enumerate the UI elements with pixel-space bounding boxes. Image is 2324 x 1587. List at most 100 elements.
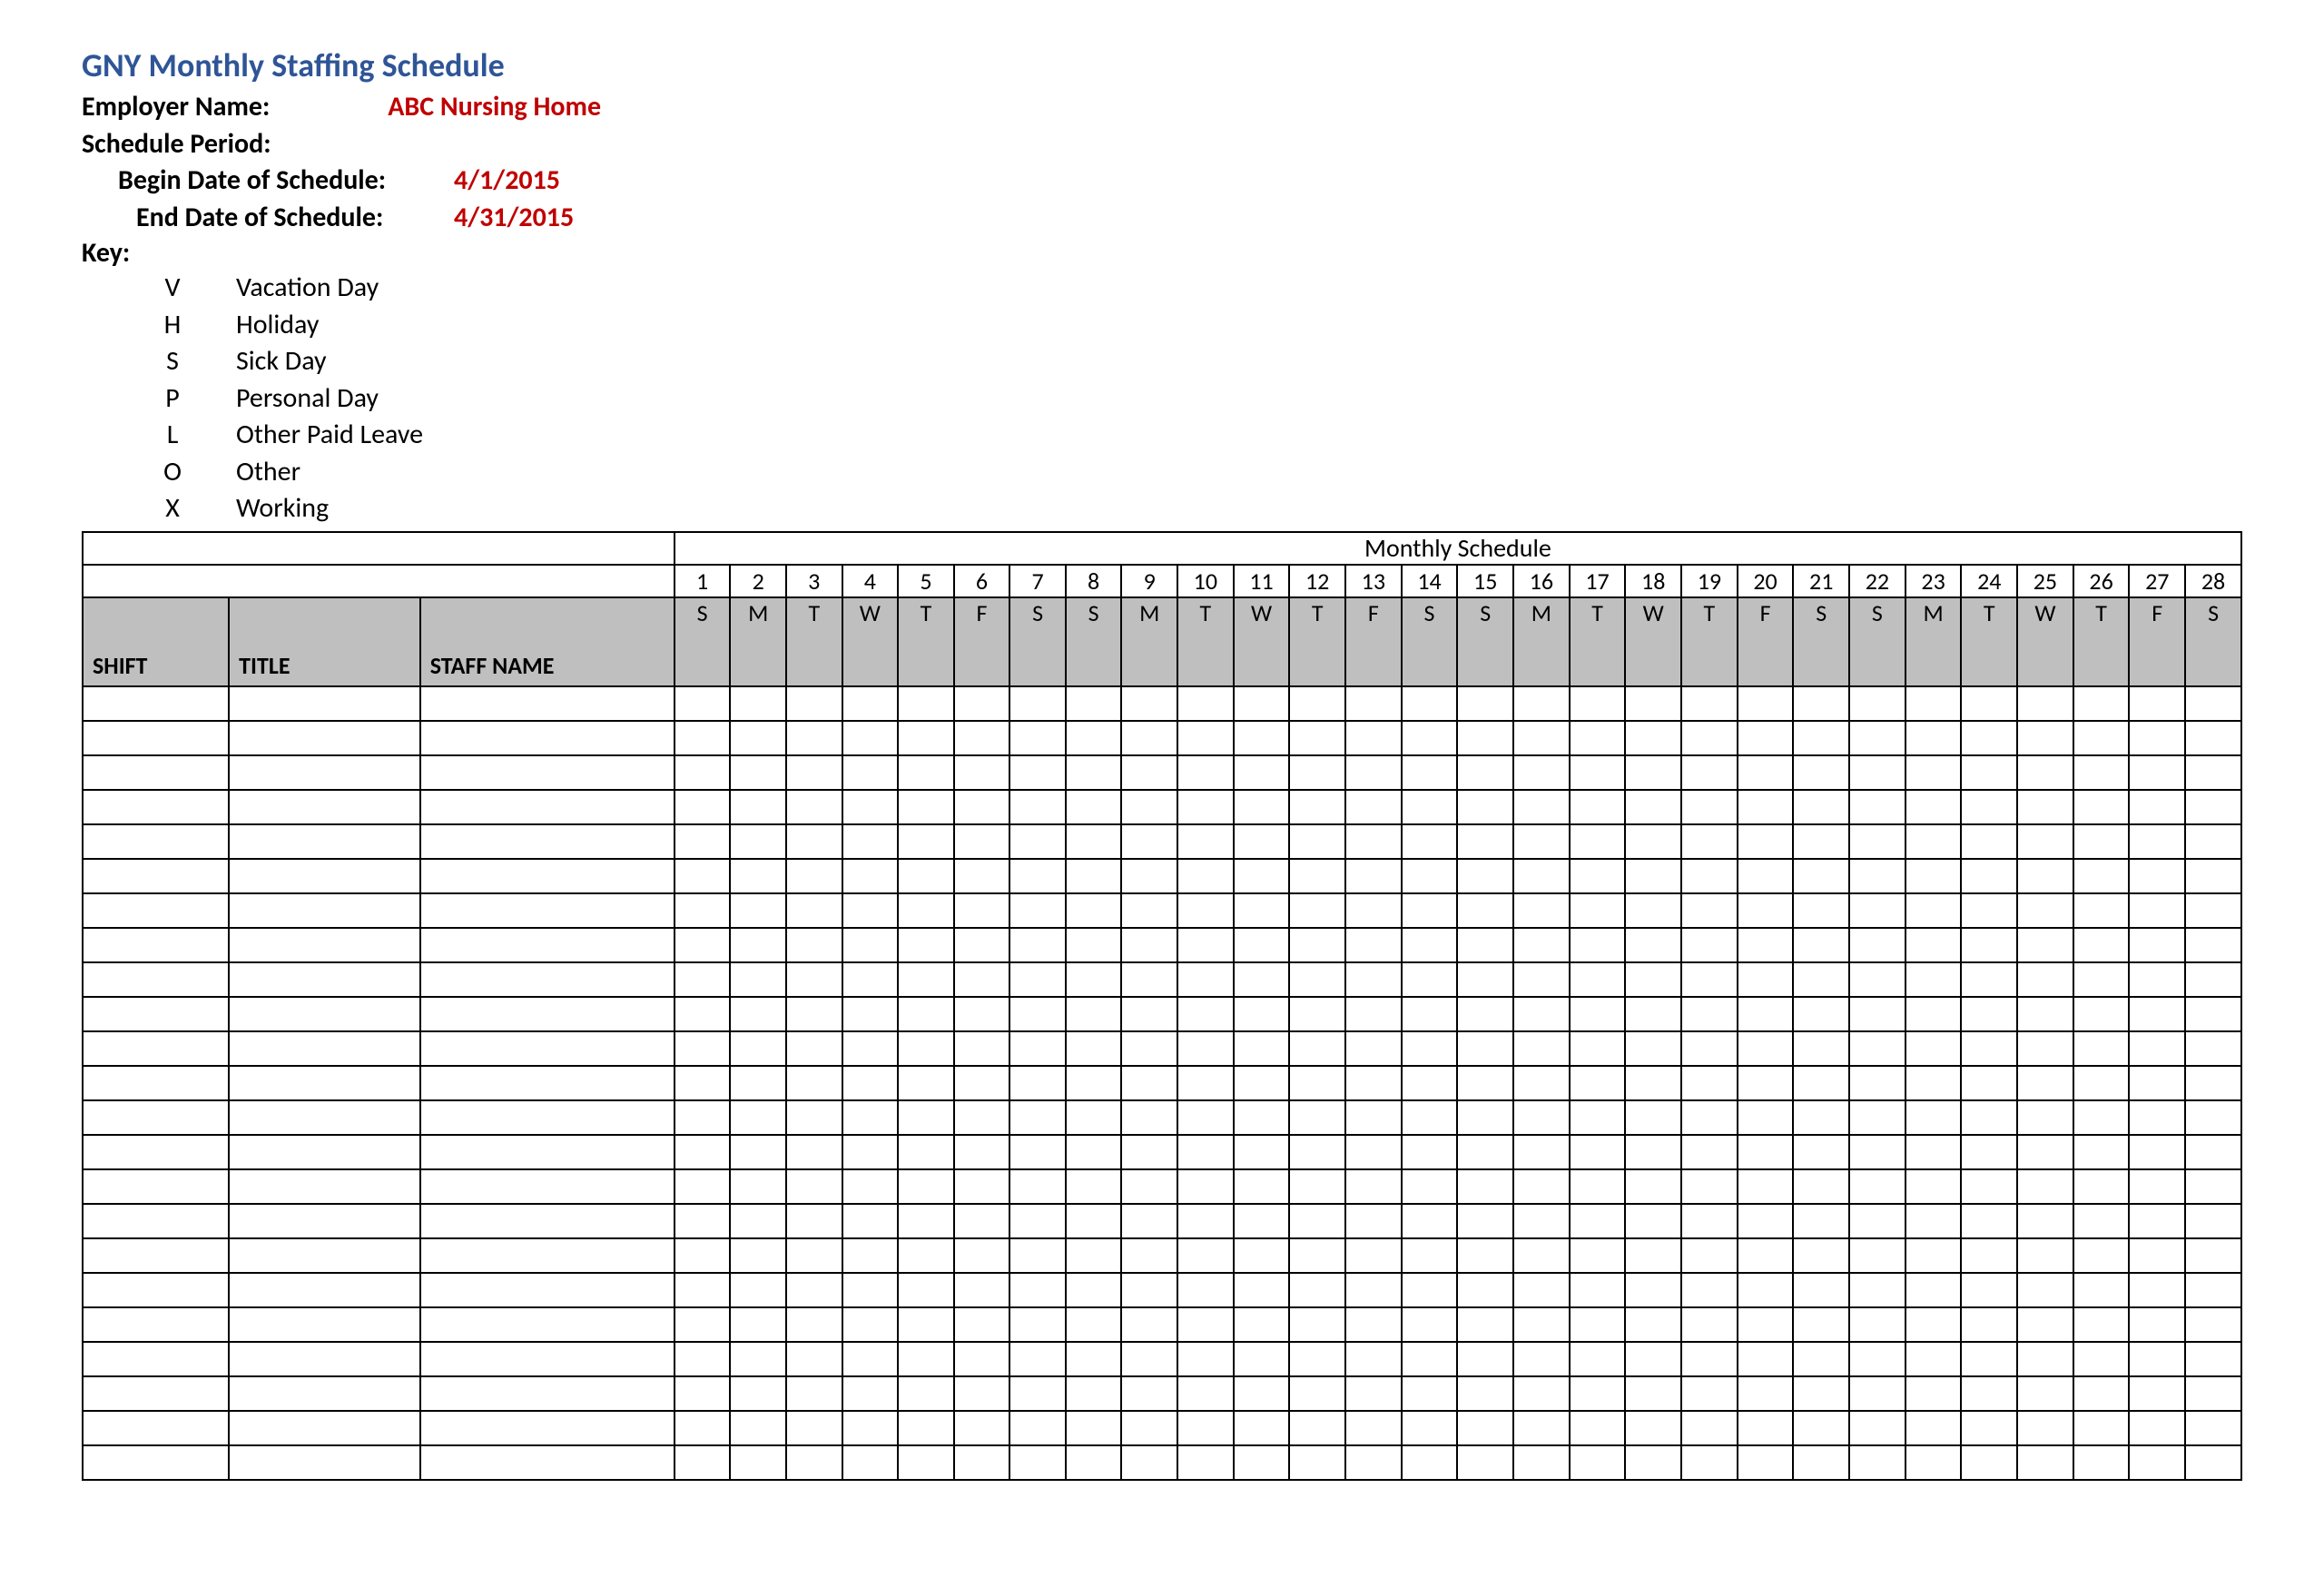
cell-day[interactable] bbox=[675, 824, 731, 859]
cell-day[interactable] bbox=[2073, 1376, 2130, 1411]
cell-day[interactable] bbox=[1457, 962, 1513, 997]
cell-day[interactable] bbox=[898, 1273, 954, 1307]
cell-day[interactable] bbox=[1009, 1031, 1066, 1066]
cell-day[interactable] bbox=[1681, 755, 1738, 790]
cell-day[interactable] bbox=[1738, 686, 1794, 721]
cell-day[interactable] bbox=[1066, 721, 1122, 755]
cell-name[interactable] bbox=[420, 928, 675, 962]
cell-day[interactable] bbox=[1177, 1169, 1234, 1204]
cell-day[interactable] bbox=[2017, 1204, 2073, 1238]
cell-day[interactable] bbox=[786, 790, 842, 824]
cell-day[interactable] bbox=[1849, 1066, 1905, 1100]
cell-day[interactable] bbox=[1402, 824, 1458, 859]
cell-name[interactable] bbox=[420, 1204, 675, 1238]
cell-day[interactable] bbox=[2073, 893, 2130, 928]
cell-day[interactable] bbox=[730, 1445, 786, 1480]
cell-day[interactable] bbox=[1570, 755, 1626, 790]
cell-day[interactable] bbox=[898, 1204, 954, 1238]
cell-day[interactable] bbox=[1513, 962, 1570, 997]
cell-day[interactable] bbox=[1513, 1238, 1570, 1273]
cell-day[interactable] bbox=[1345, 1169, 1402, 1204]
cell-day[interactable] bbox=[1738, 1445, 1794, 1480]
cell-day[interactable] bbox=[1402, 928, 1458, 962]
cell-day[interactable] bbox=[1905, 1066, 1962, 1100]
cell-shift[interactable] bbox=[83, 1169, 229, 1204]
cell-day[interactable] bbox=[786, 859, 842, 893]
cell-day[interactable] bbox=[1121, 790, 1177, 824]
cell-title[interactable] bbox=[229, 1169, 420, 1204]
cell-day[interactable] bbox=[2129, 928, 2185, 962]
cell-day[interactable] bbox=[954, 997, 1010, 1031]
cell-day[interactable] bbox=[1009, 893, 1066, 928]
cell-day[interactable] bbox=[1234, 824, 1290, 859]
cell-day[interactable] bbox=[2017, 1135, 2073, 1169]
cell-day[interactable] bbox=[2129, 721, 2185, 755]
cell-title[interactable] bbox=[229, 1135, 420, 1169]
cell-day[interactable] bbox=[1738, 824, 1794, 859]
cell-day[interactable] bbox=[1066, 1135, 1122, 1169]
cell-day[interactable] bbox=[1066, 1307, 1122, 1342]
cell-day[interactable] bbox=[1009, 1066, 1066, 1100]
cell-day[interactable] bbox=[2129, 1169, 2185, 1204]
cell-day[interactable] bbox=[1625, 928, 1681, 962]
cell-day[interactable] bbox=[1570, 1273, 1626, 1307]
cell-shift[interactable] bbox=[83, 1273, 229, 1307]
cell-day[interactable] bbox=[1625, 1031, 1681, 1066]
cell-day[interactable] bbox=[1625, 1204, 1681, 1238]
cell-day[interactable] bbox=[1177, 1135, 1234, 1169]
cell-day[interactable] bbox=[1402, 1100, 1458, 1135]
cell-day[interactable] bbox=[1905, 1342, 1962, 1376]
cell-day[interactable] bbox=[730, 962, 786, 997]
cell-day[interactable] bbox=[675, 1031, 731, 1066]
cell-day[interactable] bbox=[1625, 1307, 1681, 1342]
cell-title[interactable] bbox=[229, 928, 420, 962]
cell-day[interactable] bbox=[954, 1411, 1010, 1445]
cell-day[interactable] bbox=[1289, 859, 1345, 893]
cell-day[interactable] bbox=[1793, 1411, 1849, 1445]
cell-day[interactable] bbox=[786, 1204, 842, 1238]
cell-day[interactable] bbox=[1009, 1204, 1066, 1238]
cell-day[interactable] bbox=[675, 1273, 731, 1307]
cell-day[interactable] bbox=[1961, 1066, 2017, 1100]
cell-day[interactable] bbox=[730, 790, 786, 824]
cell-day[interactable] bbox=[1177, 1376, 1234, 1411]
cell-day[interactable] bbox=[1289, 928, 1345, 962]
cell-day[interactable] bbox=[2017, 893, 2073, 928]
cell-day[interactable] bbox=[1738, 1273, 1794, 1307]
cell-day[interactable] bbox=[1570, 824, 1626, 859]
cell-day[interactable] bbox=[1345, 1342, 1402, 1376]
cell-day[interactable] bbox=[1625, 1135, 1681, 1169]
cell-day[interactable] bbox=[1905, 1376, 1962, 1411]
cell-day[interactable] bbox=[1234, 893, 1290, 928]
cell-title[interactable] bbox=[229, 859, 420, 893]
cell-day[interactable] bbox=[1849, 1273, 1905, 1307]
cell-day[interactable] bbox=[1066, 1100, 1122, 1135]
cell-day[interactable] bbox=[1625, 686, 1681, 721]
cell-day[interactable] bbox=[1121, 1445, 1177, 1480]
cell-day[interactable] bbox=[2073, 1307, 2130, 1342]
cell-day[interactable] bbox=[1513, 859, 1570, 893]
cell-day[interactable] bbox=[1121, 1066, 1177, 1100]
cell-day[interactable] bbox=[1177, 893, 1234, 928]
cell-day[interactable] bbox=[1009, 962, 1066, 997]
cell-day[interactable] bbox=[1457, 721, 1513, 755]
cell-day[interactable] bbox=[954, 1066, 1010, 1100]
cell-day[interactable] bbox=[1905, 859, 1962, 893]
cell-day[interactable] bbox=[1177, 1100, 1234, 1135]
cell-shift[interactable] bbox=[83, 1100, 229, 1135]
cell-day[interactable] bbox=[1961, 1204, 2017, 1238]
cell-day[interactable] bbox=[1681, 893, 1738, 928]
cell-day[interactable] bbox=[2129, 1204, 2185, 1238]
cell-day[interactable] bbox=[1570, 1204, 1626, 1238]
cell-day[interactable] bbox=[1009, 1238, 1066, 1273]
cell-shift[interactable] bbox=[83, 755, 229, 790]
cell-day[interactable] bbox=[1570, 1307, 1626, 1342]
cell-name[interactable] bbox=[420, 1445, 675, 1480]
cell-day[interactable] bbox=[1905, 962, 1962, 997]
cell-day[interactable] bbox=[2185, 721, 2241, 755]
cell-day[interactable] bbox=[1345, 1238, 1402, 1273]
cell-day[interactable] bbox=[675, 893, 731, 928]
cell-day[interactable] bbox=[1345, 686, 1402, 721]
cell-day[interactable] bbox=[842, 790, 899, 824]
cell-day[interactable] bbox=[2185, 962, 2241, 997]
